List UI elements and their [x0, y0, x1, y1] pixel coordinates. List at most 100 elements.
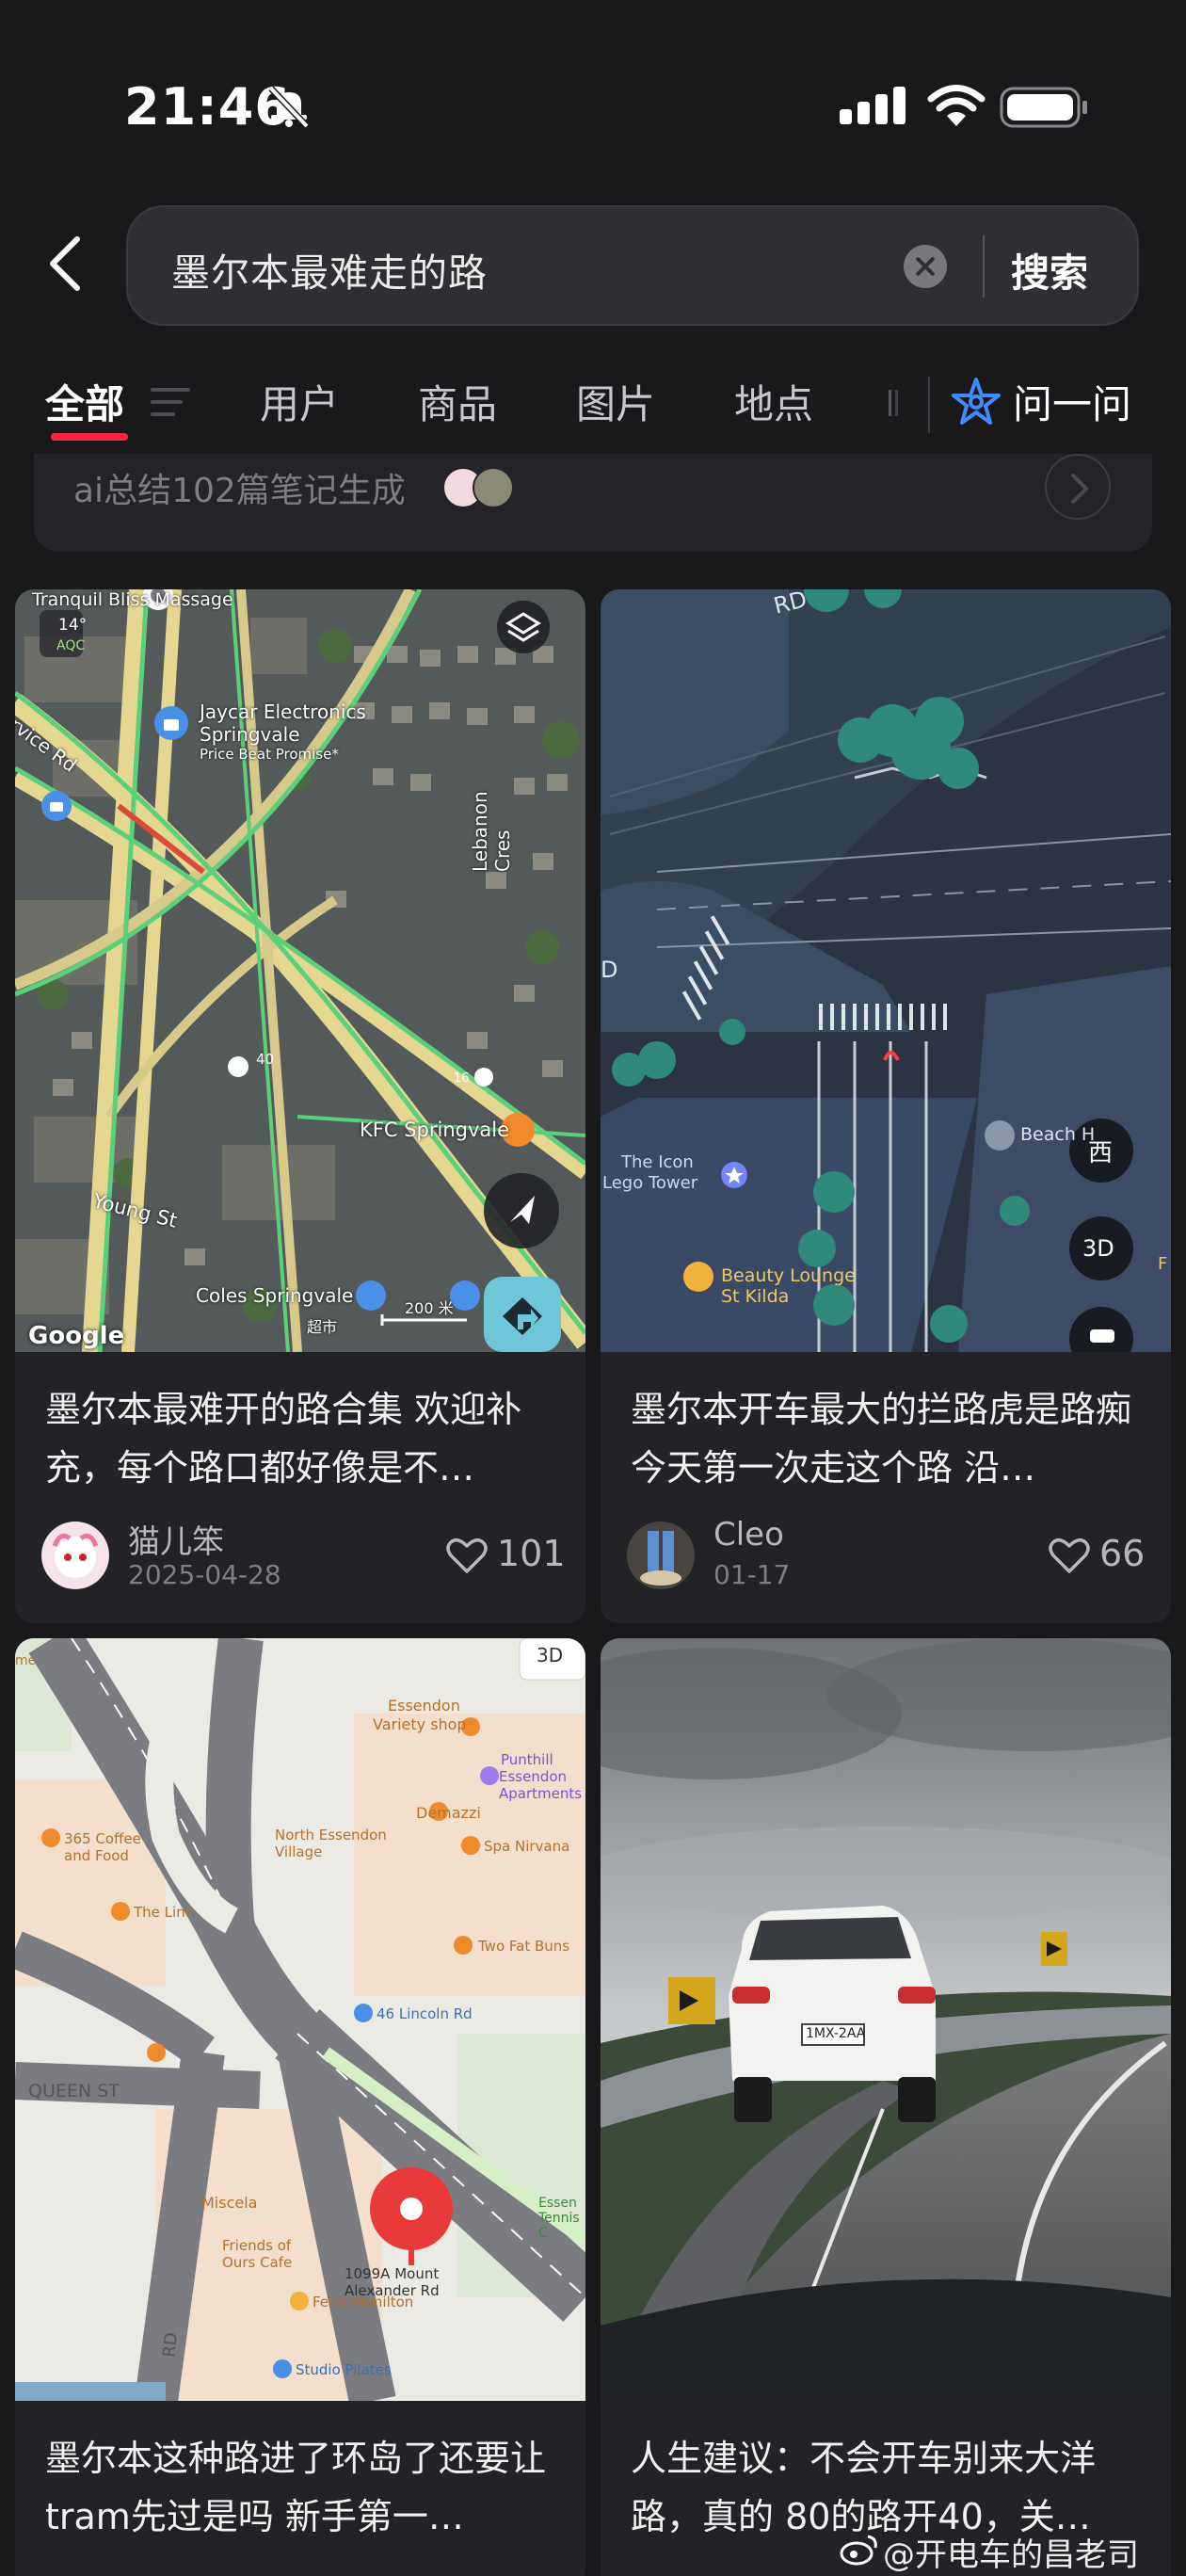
- map-label: Friends of: [222, 2237, 292, 2254]
- note-card[interactable]: 3D Essendon Variety shop Punthill Essend…: [15, 1638, 585, 2576]
- tab-all[interactable]: 全部: [45, 373, 124, 430]
- map-label: 超市: [307, 1318, 338, 1336]
- author-name[interactable]: Cleo: [713, 1516, 784, 1554]
- map-label: Demazzi: [416, 1804, 481, 1822]
- tab-images[interactable]: 图片: [576, 373, 655, 430]
- like-heart-icon[interactable]: [446, 1537, 488, 1574]
- avatar: [473, 467, 514, 508]
- post-date: 01-17: [713, 1559, 791, 1590]
- map-label: Coles Springvale: [196, 1284, 354, 1307]
- map-scale: 200 米: [405, 1299, 454, 1317]
- weather-aqi: AQC: [56, 638, 86, 653]
- map-label: RD: [159, 2331, 183, 2359]
- map-label: Lebanon Cres: [469, 791, 514, 872]
- map-label: Miscela: [201, 2194, 258, 2212]
- map-label: Tennis C: [538, 2211, 580, 2241]
- road-number: 40: [256, 1051, 275, 1068]
- map-label: Spa Nirvana: [484, 1838, 570, 1855]
- map-label: Fella Hamilton: [313, 2294, 414, 2310]
- filter-icon[interactable]: [151, 386, 192, 418]
- map-label: Studio Pilates: [296, 2361, 392, 2378]
- map-label: F: [1158, 1254, 1168, 1274]
- wifi-icon: [927, 85, 986, 126]
- search-input[interactable]: 墨尔本最难走的路: [171, 241, 488, 298]
- ask-button[interactable]: 问一问: [1013, 373, 1131, 430]
- note-card[interactable]: RD D The Icon Lego Tower Beauty Lounge S…: [601, 589, 1171, 1623]
- map-label: Springvale: [200, 723, 300, 746]
- weibo-logo-icon: [840, 2535, 877, 2566]
- map-label: 1099A Mount: [345, 2265, 440, 2282]
- map-label: Village: [275, 1843, 323, 1860]
- ai-summary-card[interactable]: ai总结102篇笔记生成: [34, 454, 1152, 552]
- map-screenshot-image: RD D The Icon Lego Tower Beauty Lounge S…: [601, 589, 1171, 1352]
- clear-search-icon[interactable]: [904, 245, 947, 288]
- map-label: QUEEN ST: [28, 2081, 120, 2101]
- author-avatar[interactable]: [41, 1521, 109, 1589]
- map-label: Ours Cafe: [222, 2254, 293, 2271]
- watermark: @开电车的昌老司: [883, 2536, 1139, 2574]
- like-count: 66: [1099, 1533, 1146, 1574]
- map-label: Price Beat Promise*: [200, 746, 339, 763]
- 3d-toggle: 3D: [1082, 1235, 1114, 1262]
- note-card[interactable]: 14° AQC Tranquil Bliss Massage Jaycar El…: [15, 589, 585, 1623]
- note-title[interactable]: 墨尔本这种路进了环岛了还要让tram先过是吗 新手第一…: [45, 2429, 572, 2546]
- google-logo: Google: [28, 1322, 125, 1350]
- post-date: 2025-04-28: [128, 1559, 281, 1590]
- map-label: Lego Tower: [602, 1173, 698, 1193]
- ai-summary-expand-button[interactable]: [1045, 454, 1111, 520]
- tab-separator: [928, 377, 930, 433]
- active-tab-indicator: [51, 433, 128, 441]
- search-divider: [983, 235, 985, 298]
- battery-icon: [1000, 87, 1087, 128]
- map-label: 365 Coffee: [64, 1830, 141, 1847]
- map-label: Essendon: [388, 1697, 460, 1715]
- license-plate: 1MX-2AA: [806, 2026, 866, 2041]
- author-name[interactable]: 猫儿笨: [128, 1516, 224, 1562]
- chevron-right-icon: [1071, 474, 1089, 504]
- weather-temp: 14°: [58, 616, 88, 635]
- map-label: 46 Lincoln Rd: [377, 2005, 473, 2022]
- map-label: Beauty Lounge: [721, 1265, 856, 1286]
- note-title[interactable]: 墨尔本最难开的路合集 欢迎补充，每个路口都好像是不…: [45, 1380, 572, 1497]
- map-label: Punthill: [501, 1751, 553, 1768]
- map-label: and Food: [64, 1847, 129, 1864]
- map-label: Apartments: [499, 1785, 583, 1802]
- map-label: North Essendon: [275, 1827, 387, 1843]
- more-tabs-fade: [889, 390, 898, 416]
- cellular-signal-icon: [840, 87, 906, 124]
- map-label: Beach H: [1020, 1124, 1096, 1145]
- map-screenshot-image: 3D Essendon Variety shop Punthill Essend…: [15, 1638, 585, 2401]
- compass-button: 西: [1088, 1139, 1114, 1167]
- map-label: Two Fat Buns: [478, 1938, 570, 1955]
- map-label: Jaycar Electronics: [200, 700, 366, 723]
- note-card[interactable]: 1MX-2AA 人生建议：不会开车别来大洋路，真的 80的路开40，关…: [601, 1638, 1171, 2576]
- map-label: me: [15, 1653, 37, 1668]
- tab-products[interactable]: 商品: [418, 373, 497, 430]
- note-title[interactable]: 墨尔本开车最大的拦路虎是路痴 今天第一次走这个路 沿…: [631, 1380, 1158, 1497]
- status-bar: 21:46: [0, 0, 1186, 198]
- back-arrow-icon[interactable]: [45, 233, 87, 294]
- map-label: The Linc: [134, 1904, 193, 1921]
- road-photo-image: 1MX-2AA: [601, 1638, 1171, 2401]
- map-label: Essendon: [499, 1768, 568, 1785]
- map-screenshot-image: 14° AQC Tranquil Bliss Massage Jaycar El…: [15, 589, 585, 1352]
- road-number: 16: [454, 1071, 470, 1086]
- map-label: D: [601, 957, 618, 983]
- 3d-toggle: 3D: [537, 1644, 564, 1666]
- map-label: KFC Springvale: [360, 1119, 510, 1141]
- author-avatar[interactable]: [627, 1521, 695, 1589]
- like-heart-icon[interactable]: [1049, 1537, 1090, 1574]
- ai-summary-text: ai总结102篇笔记生成: [73, 472, 406, 510]
- search-button[interactable]: 搜索: [1011, 241, 1088, 298]
- tab-places[interactable]: 地点: [734, 373, 813, 430]
- ai-sparkle-icon[interactable]: [951, 377, 1002, 427]
- map-label: The Icon: [621, 1152, 694, 1172]
- map-label: Variety shop: [373, 1715, 467, 1733]
- map-label: Tranquil Bliss Massage: [32, 589, 233, 610]
- tab-users[interactable]: 用户: [260, 373, 339, 430]
- like-count: 101: [497, 1533, 566, 1574]
- map-label: St Kilda: [721, 1286, 790, 1307]
- search-bar[interactable]: 墨尔本最难走的路 搜索: [126, 205, 1139, 326]
- filter-tabs: 全部 用户 商品 图片 地点 问一问: [0, 348, 1186, 452]
- bell-muted-icon: [268, 86, 310, 128]
